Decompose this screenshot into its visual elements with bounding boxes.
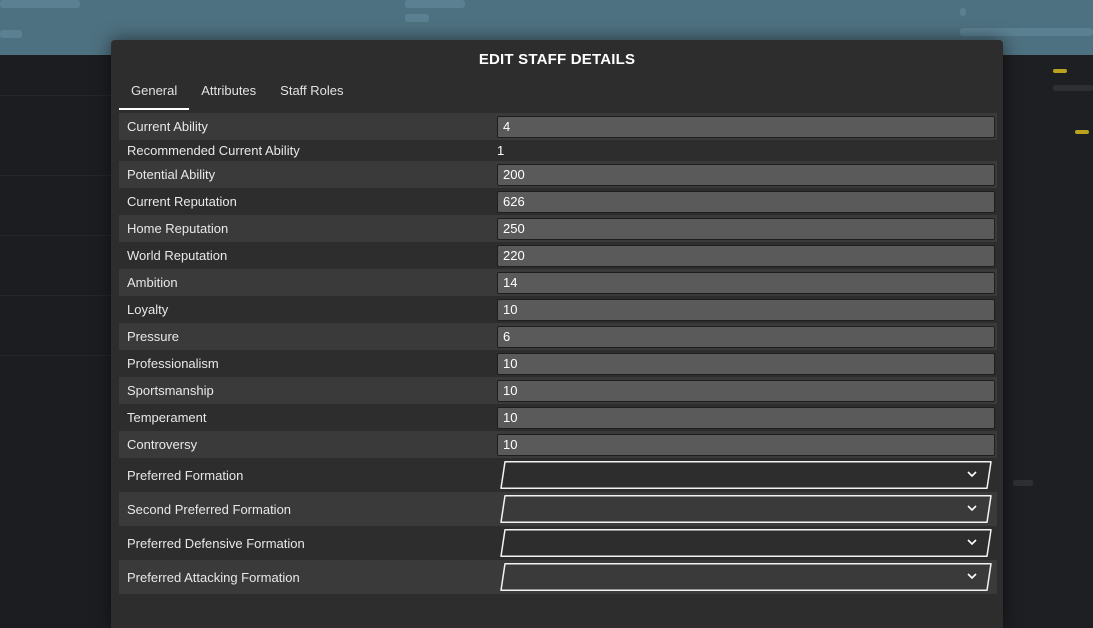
temperament-input[interactable]: 10 — [497, 407, 995, 429]
current-reputation-input[interactable]: 626 — [497, 191, 995, 213]
field-label: Controversy — [127, 437, 198, 452]
background-blur — [405, 14, 429, 22]
field-label: Current Ability — [127, 119, 208, 134]
dropdown-frame — [500, 529, 992, 557]
second-preferred-formation-dropdown[interactable] — [499, 495, 993, 523]
row-current-ability: Current Ability 4 — [119, 113, 997, 140]
potential-ability-input[interactable]: 200 — [497, 164, 995, 186]
ambition-input[interactable]: 14 — [497, 272, 995, 294]
controversy-input[interactable]: 10 — [497, 434, 995, 456]
field-label: Recommended Current Ability — [127, 143, 300, 158]
background-blur — [0, 0, 80, 8]
row-world-reputation: World Reputation 220 — [119, 242, 997, 269]
background-blur — [960, 8, 966, 16]
pressure-input[interactable]: 6 — [497, 326, 995, 348]
fields-list: Current Ability 4 Recommended Current Ab… — [119, 113, 997, 594]
row-recommended-current-ability: Recommended Current Ability 1 — [119, 140, 997, 161]
row-preferred-formation: Preferred Formation — [119, 458, 997, 492]
chevron-down-icon — [967, 573, 977, 580]
field-label: Preferred Defensive Formation — [127, 535, 305, 551]
row-pressure: Pressure 6 — [119, 323, 997, 350]
dialog-title: EDIT STAFF DETAILS — [478, 51, 636, 68]
row-preferred-attacking-formation: Preferred Attacking Formation — [119, 560, 997, 594]
dropdown-frame — [500, 563, 992, 591]
background-sidebar — [0, 55, 111, 628]
field-label: Second Preferred Formation — [127, 501, 292, 517]
background-right-panel — [1003, 55, 1093, 628]
field-label: Preferred Formation — [127, 467, 244, 483]
row-second-preferred-formation: Second Preferred Formation — [119, 492, 997, 526]
dropdown-frame — [500, 461, 992, 489]
field-label: Current Reputation — [127, 194, 237, 209]
row-ambition: Ambition 14 — [119, 269, 997, 296]
background-blur — [960, 28, 1093, 36]
tab-bar: General Attributes Staff Roles — [119, 80, 356, 110]
dropdown-frame — [500, 495, 992, 523]
field-label: Potential Ability — [127, 167, 216, 182]
loyalty-input[interactable]: 10 — [497, 299, 995, 321]
row-controversy: Controversy 10 — [119, 431, 997, 458]
chevron-down-icon — [967, 505, 977, 512]
sportsmanship-input[interactable]: 10 — [497, 380, 995, 402]
professionalism-input[interactable]: 10 — [497, 353, 995, 375]
row-professionalism: Professionalism 10 — [119, 350, 997, 377]
row-home-reputation: Home Reputation 250 — [119, 215, 997, 242]
background-blur — [405, 0, 465, 8]
row-temperament: Temperament 10 — [119, 404, 997, 431]
field-label: Ambition — [127, 275, 178, 290]
field-label: Temperament — [127, 410, 207, 425]
field-label: Pressure — [127, 329, 180, 344]
chevron-down-icon — [967, 471, 977, 478]
row-preferred-defensive-formation: Preferred Defensive Formation — [119, 526, 997, 560]
home-reputation-input[interactable]: 250 — [497, 218, 995, 240]
current-ability-input[interactable]: 4 — [497, 116, 995, 138]
field-label: Loyalty — [127, 302, 169, 317]
field-label: Home Reputation — [127, 221, 229, 236]
chevron-down-icon — [967, 539, 977, 546]
edit-staff-dialog: EDIT STAFF DETAILS General Attributes St… — [111, 40, 1003, 628]
tab-general[interactable]: General — [119, 80, 190, 110]
world-reputation-input[interactable]: 220 — [497, 245, 995, 267]
row-loyalty: Loyalty 10 — [119, 296, 997, 323]
field-label: Preferred Attacking Formation — [127, 569, 300, 585]
field-label: World Reputation — [127, 248, 228, 263]
row-potential-ability: Potential Ability 200 — [119, 161, 997, 188]
preferred-defensive-formation-dropdown[interactable] — [499, 529, 993, 557]
tab-staff-roles[interactable]: Staff Roles — [268, 80, 355, 110]
background-blur — [0, 30, 22, 38]
row-current-reputation: Current Reputation 626 — [119, 188, 997, 215]
row-sportsmanship: Sportsmanship 10 — [119, 377, 997, 404]
preferred-formation-dropdown[interactable] — [499, 461, 993, 489]
field-label: Professionalism — [127, 356, 219, 371]
field-label: Sportsmanship — [127, 383, 214, 398]
tab-attributes[interactable]: Attributes — [189, 80, 268, 110]
preferred-attacking-formation-dropdown[interactable] — [499, 563, 993, 591]
recommended-current-ability-value: 1 — [497, 143, 505, 158]
